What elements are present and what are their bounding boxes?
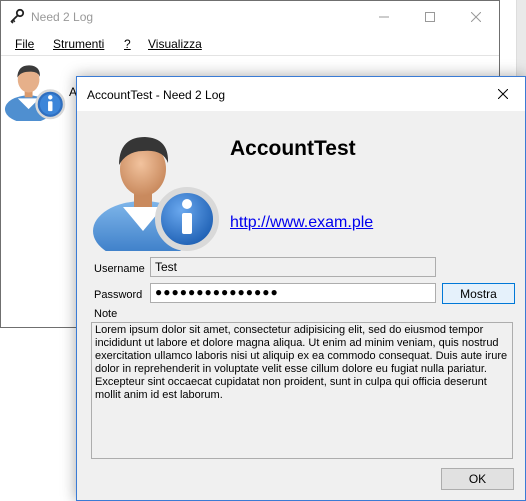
maximize-icon (425, 11, 435, 22)
dialog-close-button[interactable] (481, 77, 525, 111)
show-password-button[interactable]: Mostra (442, 283, 515, 304)
minimize-icon (379, 16, 389, 17)
ok-button[interactable]: OK (441, 468, 514, 490)
menu-help[interactable]: ? (124, 37, 131, 51)
main-window-title: Need 2 Log (31, 10, 94, 24)
dialog-title: AccountTest - Need 2 Log (87, 88, 226, 102)
background-scrollbar[interactable] (516, 0, 526, 80)
account-name: AccountTest (230, 137, 356, 160)
menu-bar: File Strumenti ? Visualizza (1, 32, 499, 56)
menu-strumenti[interactable]: Strumenti (53, 37, 104, 51)
note-label: Note (94, 308, 118, 320)
dialog-title-bar[interactable]: AccountTest - Need 2 Log (77, 77, 525, 111)
user-info-icon (93, 137, 219, 251)
password-label: Password (94, 289, 143, 301)
close-icon (498, 89, 508, 99)
password-field[interactable]: ●●●●●●●●●●●●●●● (150, 283, 436, 303)
username-label: Username (94, 263, 145, 275)
menu-visualizza[interactable]: Visualizza (148, 37, 202, 51)
dialog-body: AccountTest http://www.exam.ple Username… (77, 111, 525, 500)
menu-file[interactable]: File (15, 37, 34, 51)
username-field[interactable]: Test (150, 257, 436, 277)
account-dialog: AccountTest - Need 2 Log AccountTest htt… (76, 76, 526, 501)
main-close-button[interactable] (453, 1, 499, 32)
account-url-link[interactable]: http://www.exam.ple (230, 214, 373, 232)
maximize-button[interactable] (407, 1, 453, 32)
close-icon (471, 11, 481, 22)
minimize-button[interactable] (361, 1, 407, 32)
main-title-bar[interactable]: Need 2 Log (1, 1, 499, 32)
key-icon (10, 8, 25, 24)
note-textarea[interactable]: Lorem ipsum dolor sit amet, consectetur … (91, 322, 513, 459)
user-info-icon[interactable] (3, 57, 67, 121)
